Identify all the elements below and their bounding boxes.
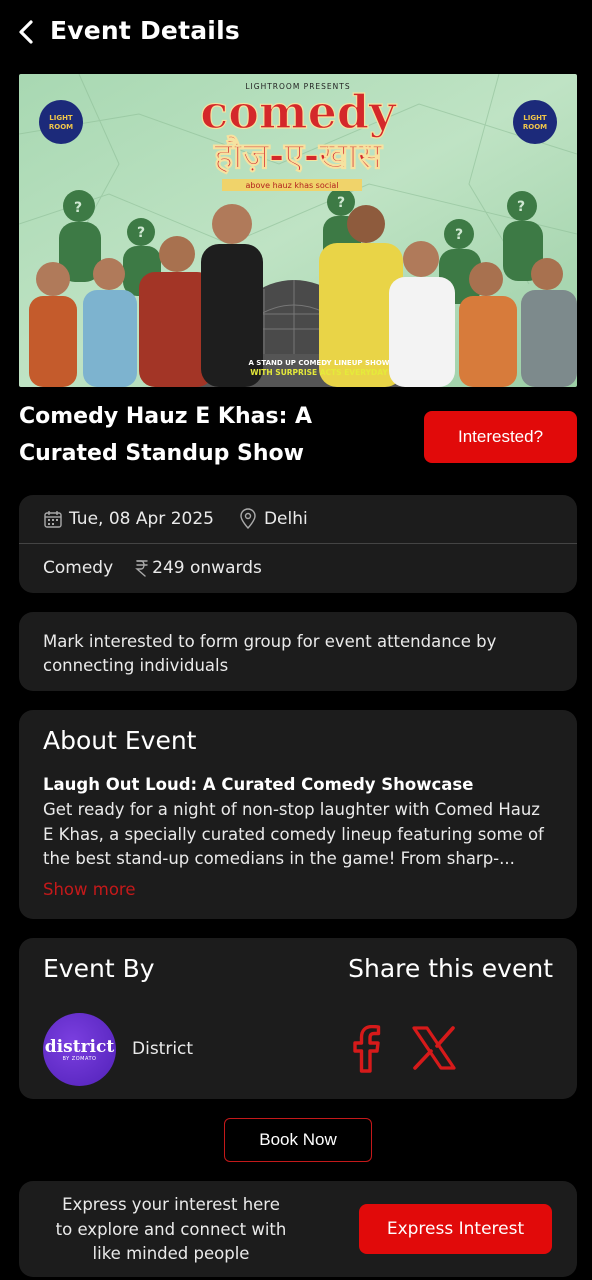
event-date: Tue, 08 Apr 2025 (69, 509, 214, 529)
calendar-icon (43, 509, 63, 529)
event-by-heading: Event By (43, 954, 155, 983)
about-heading: About Event (43, 726, 197, 755)
event-category: Comedy (43, 558, 114, 578)
organizer-share-card: Event By Share this event district BY ZO… (19, 938, 577, 1099)
category-price-row: Comedy 249 onwards (43, 558, 262, 578)
show-more-link[interactable]: Show more (43, 880, 136, 899)
notice-text: Mark interested to form group for event … (43, 632, 497, 675)
banner-venue-tag: above hauz khas social (246, 181, 339, 190)
banner-tagline-1: A STAND UP COMEDY LINEUP SHOW (248, 359, 389, 367)
notice-card: Mark interested to form group for event … (19, 612, 577, 691)
banner-title-hi: हौज़-ए-खास (213, 135, 384, 177)
top-bar: Event Details (0, 0, 592, 66)
about-event-card: About Event Laugh Out Loud: A Curated Co… (19, 710, 577, 919)
svg-text:ROOM: ROOM (523, 123, 547, 131)
express-interest-card: Express your interest here to explore an… (19, 1181, 577, 1277)
about-subheading: Laugh Out Loud: A Curated Comedy Showcas… (43, 775, 474, 794)
svg-text:ROOM: ROOM (49, 123, 73, 131)
x-icon[interactable] (411, 1025, 457, 1071)
district-logo: district BY ZOMATO (43, 1013, 116, 1086)
express-text: Express your interest here to explore an… (55, 1195, 287, 1263)
banner-tagline-2: WITH SURPRISE ACTS EVERYDAY (250, 368, 388, 377)
svg-text:?: ? (455, 227, 463, 243)
date-location-row: Tue, 08 Apr 2025 Delhi (43, 508, 308, 530)
page-title: Event Details (50, 16, 240, 45)
interested-button[interactable]: Interested? (424, 411, 577, 463)
book-now-button[interactable]: Book Now (224, 1118, 372, 1162)
svg-text:LIGHT: LIGHT (49, 114, 73, 122)
organizer-name: District (132, 1039, 194, 1059)
svg-text:?: ? (337, 195, 345, 211)
lightroom-logo-right: LIGHT ROOM (513, 100, 557, 144)
rupee-icon (135, 558, 149, 578)
event-banner-image: ????? LIGHTROOM PRESENTS comedy हौज़-ए-ख… (19, 74, 577, 387)
event-price: 249 onwards (152, 558, 262, 578)
facebook-icon[interactable] (349, 1024, 385, 1073)
event-location: Delhi (263, 509, 308, 529)
banner-title-en: comedy (200, 85, 397, 139)
svg-text:LIGHT: LIGHT (523, 114, 547, 122)
lightroom-logo-left: LIGHT ROOM (39, 100, 83, 144)
event-title: Comedy Hauz E Khas: A Curated Standup Sh… (19, 404, 313, 466)
chevron-left-icon[interactable] (14, 18, 38, 46)
location-pin-icon (238, 508, 258, 530)
svg-text:?: ? (137, 225, 145, 241)
about-body: Get ready for a night of non-stop laught… (43, 800, 544, 868)
divider (19, 543, 577, 544)
svg-text:?: ? (517, 199, 525, 215)
event-info-card: Tue, 08 Apr 2025 Delhi Comedy 249 onward… (19, 495, 577, 593)
svg-text:?: ? (74, 200, 82, 216)
share-heading: Share this event (348, 954, 553, 983)
express-interest-button[interactable]: Express Interest (359, 1204, 552, 1254)
